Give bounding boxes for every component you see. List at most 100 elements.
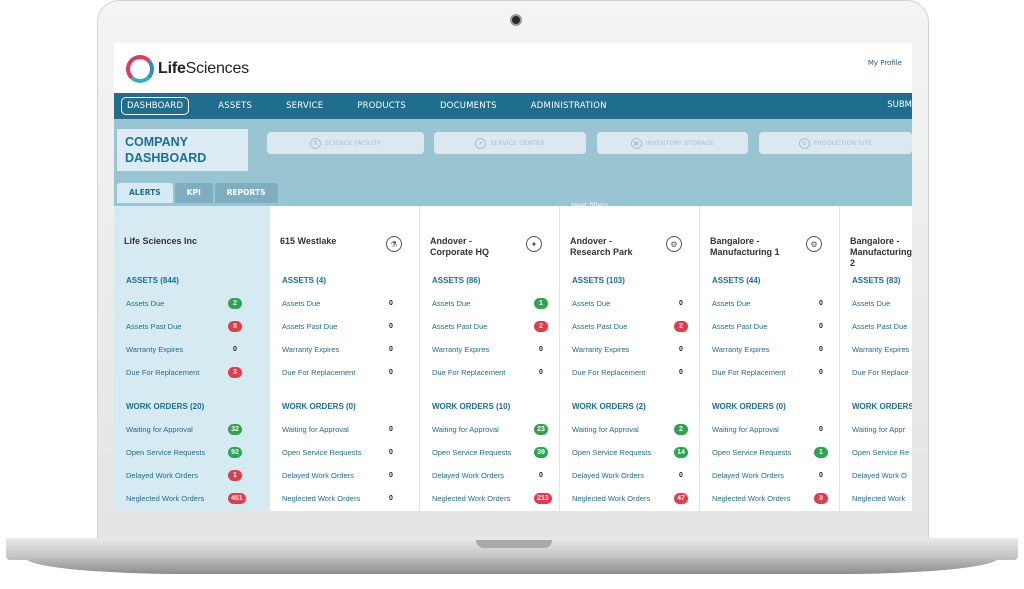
location-type-icon: ⚗ xyxy=(386,236,402,252)
alert-row[interactable]: Warranty Expires 0 xyxy=(126,345,237,357)
alert-row[interactable]: Open Service Requests 39 xyxy=(432,447,548,460)
alert-row[interactable]: Due For Replacement 0 xyxy=(282,368,393,380)
alert-row[interactable]: Warranty Expires 0 xyxy=(282,345,393,357)
alert-row[interactable]: Waiting for Appr xyxy=(852,425,905,437)
alert-row[interactable]: Open Service Requests 1 xyxy=(712,447,828,460)
tab-kpi[interactable]: KPI xyxy=(174,183,213,203)
filter-service-center[interactable]: ✦ SERVICE CENTER xyxy=(434,132,586,154)
alert-label: Waiting for Approval xyxy=(126,425,193,434)
alert-row[interactable]: Open Service Re xyxy=(852,448,909,460)
alert-label: Waiting for Approval xyxy=(282,425,349,434)
alert-row[interactable]: Assets Due 0 xyxy=(572,299,683,311)
alert-row[interactable]: Assets Due 0 xyxy=(712,299,823,311)
alert-label: Due For Replacement xyxy=(432,368,506,377)
alert-row[interactable]: Assets Past Due 2 xyxy=(432,321,548,334)
logo-text: LifeSciences xyxy=(158,60,249,77)
alert-label: Warranty Expires xyxy=(712,345,770,354)
alert-count-badge: 0 xyxy=(389,346,393,353)
alert-row[interactable]: Due For Replacement 3 xyxy=(126,367,242,380)
nav-products[interactable]: PRODUCTS xyxy=(352,98,411,114)
filter-science-facility[interactable]: ⚗ SCIENCE FACILITY xyxy=(267,132,424,154)
filter-production-site[interactable]: ⚙ PRODUCTION SITE xyxy=(759,132,912,154)
filter-inventory-storage[interactable]: ▣ INVENTORY STORAGE xyxy=(597,132,748,154)
location-name[interactable]: Bangalore - Manufacturing 2 xyxy=(850,236,912,269)
alert-row[interactable]: Assets Past Due 2 xyxy=(572,321,688,334)
alert-row[interactable]: Neglected Work xyxy=(852,494,905,506)
alert-row[interactable]: Neglected Work Orders 451 xyxy=(126,493,246,506)
alert-row[interactable]: Assets Due 0 xyxy=(282,299,393,311)
alert-row[interactable]: Delayed Work Orders 0 xyxy=(572,471,683,483)
alert-count-badge: 8 xyxy=(228,321,242,332)
nav-service[interactable]: SERVICE xyxy=(281,98,328,114)
dashboard-tabs: ALERTS KPI REPORTS xyxy=(117,183,280,203)
nav-documents[interactable]: DOCUMENTS xyxy=(435,98,502,114)
location-name[interactable]: 615 Westlake xyxy=(280,236,336,247)
alert-row[interactable]: Waiting for Approval 23 xyxy=(432,424,548,437)
alert-row[interactable]: Waiting for Approval 0 xyxy=(712,425,823,437)
webcam-icon xyxy=(510,14,522,26)
alert-row[interactable]: Assets Past Due xyxy=(852,322,907,334)
alert-label: Warranty Expires xyxy=(126,345,184,354)
alert-row[interactable]: Open Service Requests 0 xyxy=(282,448,393,460)
alert-row[interactable]: Open Service Requests 14 xyxy=(572,447,688,460)
alert-row[interactable]: Warranty Expires 0 xyxy=(572,345,683,357)
tab-reports[interactable]: REPORTS xyxy=(214,183,278,203)
alert-label: Neglected Work Orders xyxy=(282,494,361,503)
alert-row[interactable]: Due For Replacement 0 xyxy=(572,368,683,380)
alert-label: Waiting for Approval xyxy=(712,425,779,434)
location-name[interactable]: Bangalore - Manufacturing 1 xyxy=(710,236,780,258)
alert-row[interactable]: Neglected Work Orders 47 xyxy=(572,493,688,506)
alert-count-badge: 0 xyxy=(679,346,683,353)
alert-count-badge: 0 xyxy=(233,346,237,353)
alert-count-badge: 213 xyxy=(534,493,552,504)
alert-row[interactable]: Warranty Expires xyxy=(852,345,909,357)
alert-label: Delayed Work Orders xyxy=(432,471,504,480)
assets-section-title: ASSETS (103) xyxy=(572,276,625,285)
alert-row[interactable]: Assets Past Due 0 xyxy=(282,322,393,334)
alert-row[interactable]: Due For Replacement 0 xyxy=(432,368,543,380)
location-name[interactable]: Andover - Corporate HQ xyxy=(430,236,489,258)
my-profile-link[interactable]: My Profile xyxy=(868,59,902,67)
location-name[interactable]: Andover - Research Park xyxy=(570,236,633,258)
alert-label: Assets Due xyxy=(852,299,891,308)
alert-row[interactable]: Assets Due 1 xyxy=(432,298,548,311)
alert-row[interactable]: Waiting for Approval 32 xyxy=(126,424,242,437)
alert-row[interactable]: Neglected Work Orders 0 xyxy=(282,494,393,506)
alert-row[interactable]: Delayed Work O xyxy=(852,471,907,483)
alert-row[interactable]: Delayed Work Orders 0 xyxy=(282,471,393,483)
laptop-notch xyxy=(476,540,552,548)
alert-row[interactable]: Neglected Work Orders 9 xyxy=(712,493,828,506)
alert-row[interactable]: Assets Past Due 0 xyxy=(712,322,823,334)
alert-row[interactable]: Assets Past Due 8 xyxy=(126,321,242,334)
alert-count-badge: 1 xyxy=(534,298,548,309)
alert-count-badge: 451 xyxy=(228,493,246,504)
nav-assets[interactable]: ASSETS xyxy=(213,98,257,114)
location-column: Andover - Research Park ⚙ ASSETS (103) Asse… xyxy=(560,206,700,511)
alert-row[interactable]: Delayed Work Orders 0 xyxy=(432,471,543,483)
alert-row[interactable]: Waiting for Approval 2 xyxy=(572,424,688,437)
tab-alerts[interactable]: ALERTS xyxy=(117,183,173,203)
alert-label: Open Service Re xyxy=(852,448,910,457)
logo[interactable]: LifeSciences xyxy=(126,55,249,83)
nav-submit-cut[interactable]: SUBM xyxy=(887,100,912,110)
nav-administration[interactable]: ADMINISTRATION xyxy=(526,98,612,114)
alert-row[interactable]: Warranty Expires 0 xyxy=(712,345,823,357)
alert-row[interactable]: Due For Replace xyxy=(852,368,909,380)
alert-row[interactable]: Due For Replacement 0 xyxy=(712,368,823,380)
location-name[interactable]: Life Sciences Inc xyxy=(124,236,197,247)
nav-dashboard[interactable]: DASHBOARD xyxy=(121,97,190,115)
alert-label: Open Service Requests xyxy=(282,448,362,457)
alert-label: Neglected Work Orders xyxy=(712,494,791,503)
gear-icon: ⚙ xyxy=(798,137,810,149)
alert-row[interactable]: Waiting for Approval 0 xyxy=(282,425,393,437)
alert-row[interactable]: Open Service Requests 92 xyxy=(126,447,242,460)
alert-row[interactable]: Assets Due 2 xyxy=(126,298,242,311)
alert-count-badge: 0 xyxy=(819,300,823,307)
alert-row[interactable]: Neglected Work Orders 213 xyxy=(432,493,552,506)
alert-row[interactable]: Delayed Work Orders 0 xyxy=(712,471,823,483)
alert-row[interactable]: Delayed Work Orders 1 xyxy=(126,470,242,483)
alert-row[interactable]: Assets Due xyxy=(852,299,890,311)
alert-label: Due For Replacement xyxy=(572,368,646,377)
alert-row[interactable]: Warranty Expires 0 xyxy=(432,345,543,357)
location-column: 615 Westlake ⚗ ASSETS (4) Assets Due 0 Assets… xyxy=(270,206,420,511)
